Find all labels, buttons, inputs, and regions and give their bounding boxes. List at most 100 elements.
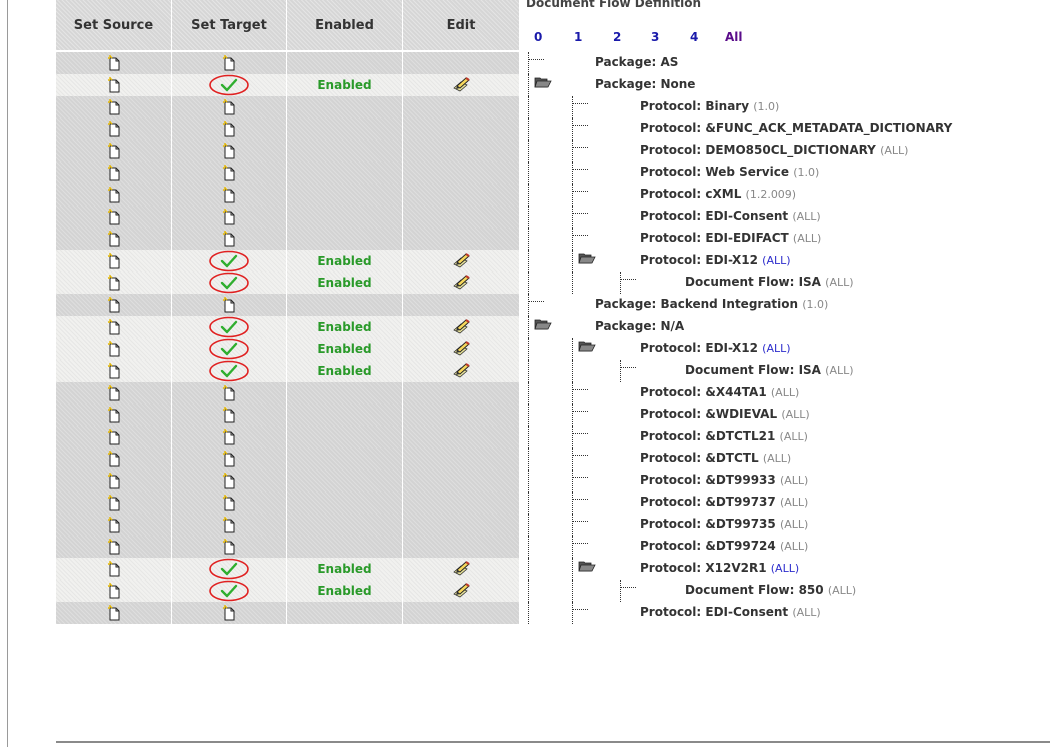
edit-pencil-icon[interactable] [451, 76, 471, 94]
new-document-icon[interactable] [107, 384, 120, 401]
flow-item-label[interactable]: Package: None [595, 77, 695, 91]
flow-item-label[interactable]: Protocol: &X44TA1 (ALL) [640, 385, 799, 399]
flow-item-label[interactable]: Protocol: Binary (1.0) [640, 99, 779, 113]
new-document-icon[interactable] [223, 55, 235, 71]
new-document-icon[interactable] [107, 296, 120, 313]
open-folder-icon[interactable] [578, 252, 596, 264]
flow-item-label[interactable]: Protocol: DEMO850CL_DICTIONARY (ALL) [640, 143, 908, 157]
flow-item-label[interactable]: Protocol: &FUNC_ACK_METADATA_DICTIONARY [640, 121, 952, 135]
level-link-3[interactable]: 3 [651, 30, 659, 44]
checkmark-circle-icon[interactable] [208, 558, 250, 580]
new-document-icon[interactable] [223, 142, 235, 159]
new-document-icon[interactable] [223, 494, 235, 511]
new-document-icon[interactable] [223, 208, 235, 225]
new-document-icon[interactable] [223, 406, 235, 423]
new-document-icon[interactable] [107, 55, 120, 71]
new-document-icon[interactable] [107, 164, 120, 181]
new-document-icon[interactable] [107, 516, 120, 533]
checkmark-circle-icon[interactable] [208, 250, 250, 272]
new-document-icon[interactable] [223, 164, 235, 181]
new-document-icon[interactable] [223, 230, 235, 247]
edit-pencil-icon[interactable] [451, 318, 471, 336]
level-link-1[interactable]: 1 [574, 30, 582, 44]
new-document-icon[interactable] [107, 252, 120, 269]
new-document-icon[interactable] [107, 142, 120, 159]
new-document-icon[interactable] [107, 560, 120, 577]
new-document-icon[interactable] [223, 186, 235, 203]
level-link-0[interactable]: 0 [534, 30, 542, 44]
edit-pencil-icon[interactable] [451, 340, 471, 358]
new-document-icon[interactable] [107, 208, 120, 225]
checkmark-circle-icon[interactable] [208, 74, 250, 96]
flow-item-version[interactable]: (ALL) [762, 342, 790, 355]
checkmark-circle-icon[interactable] [208, 338, 250, 360]
new-document-icon[interactable] [223, 450, 235, 467]
flow-item-label[interactable]: Protocol: EDI-Consent (ALL) [640, 605, 821, 619]
checkmark-circle-icon[interactable] [208, 316, 250, 338]
new-document-icon[interactable] [107, 538, 120, 555]
flow-item-label[interactable]: Package: AS [595, 55, 678, 69]
flow-item-label[interactable]: Protocol: &DT99737 (ALL) [640, 495, 808, 509]
flow-item-label[interactable]: Document Flow: 850 (ALL) [685, 583, 856, 597]
new-document-icon[interactable] [107, 274, 120, 291]
flow-item-label[interactable]: Protocol: cXML (1.2.009) [640, 187, 796, 201]
open-folder-icon[interactable] [534, 76, 552, 88]
flow-item-label[interactable]: Protocol: &DTCTL21 (ALL) [640, 429, 808, 443]
level-link-4[interactable]: 4 [690, 30, 698, 44]
flow-item-label[interactable]: Document Flow: ISA (ALL) [685, 275, 854, 289]
flow-item-label[interactable]: Protocol: &DT99735 (ALL) [640, 517, 808, 531]
new-document-icon[interactable] [107, 76, 120, 93]
new-document-icon[interactable] [107, 494, 120, 511]
flow-item-label[interactable]: Protocol: &DTCTL (ALL) [640, 451, 791, 465]
flow-item-version[interactable]: (ALL) [771, 562, 799, 575]
level-link-all[interactable]: All [725, 30, 743, 44]
new-document-icon[interactable] [107, 230, 120, 247]
flow-item-version[interactable]: (ALL) [762, 254, 790, 267]
new-document-icon[interactable] [223, 428, 235, 445]
new-document-icon[interactable] [107, 472, 120, 489]
edit-pencil-icon[interactable] [451, 560, 471, 578]
new-document-icon[interactable] [107, 582, 120, 599]
new-document-icon[interactable] [107, 98, 120, 115]
flow-item-label[interactable]: Protocol: &DT99724 (ALL) [640, 539, 808, 553]
checkmark-circle-icon[interactable] [208, 580, 250, 602]
new-document-icon[interactable] [223, 120, 235, 137]
new-document-icon[interactable] [107, 318, 120, 335]
flow-item-label[interactable]: Protocol: EDI-X12 (ALL) [640, 253, 791, 267]
new-document-icon[interactable] [107, 186, 120, 203]
new-document-icon[interactable] [223, 384, 235, 401]
new-document-icon[interactable] [223, 472, 235, 489]
flow-item-label[interactable]: Protocol: EDI-X12 (ALL) [640, 341, 791, 355]
edit-pencil-icon[interactable] [451, 252, 471, 270]
new-document-icon[interactable] [223, 538, 235, 555]
new-document-icon[interactable] [107, 120, 120, 137]
flow-item-label[interactable]: Protocol: &DT99933 (ALL) [640, 473, 808, 487]
flow-item-label[interactable]: Protocol: EDI-EDIFACT (ALL) [640, 231, 821, 245]
open-folder-icon[interactable] [534, 318, 552, 330]
new-document-icon[interactable] [107, 406, 120, 423]
checkmark-circle-icon[interactable] [208, 360, 250, 382]
new-document-icon[interactable] [107, 340, 120, 357]
flow-item-label[interactable]: Protocol: X12V2R1 (ALL) [640, 561, 799, 575]
flow-item-label[interactable]: Protocol: &WDIEVAL (ALL) [640, 407, 810, 421]
new-document-icon[interactable] [107, 604, 120, 621]
new-document-icon[interactable] [223, 516, 235, 533]
edit-pencil-icon[interactable] [451, 274, 471, 292]
new-document-icon[interactable] [107, 450, 120, 467]
new-document-icon[interactable] [107, 428, 120, 445]
open-folder-icon[interactable] [578, 340, 596, 352]
edit-pencil-icon[interactable] [451, 582, 471, 600]
new-document-icon[interactable] [223, 296, 235, 313]
flow-item-label[interactable]: Protocol: EDI-Consent (ALL) [640, 209, 821, 223]
level-link-2[interactable]: 2 [613, 30, 621, 44]
flow-item-label[interactable]: Package: N/A [595, 319, 684, 333]
open-folder-icon[interactable] [578, 560, 596, 572]
new-document-icon[interactable] [107, 362, 120, 379]
new-document-icon[interactable] [223, 98, 235, 115]
checkmark-circle-icon[interactable] [208, 272, 250, 294]
flow-item-label[interactable]: Package: Backend Integration (1.0) [595, 297, 828, 311]
edit-pencil-icon[interactable] [451, 362, 471, 380]
new-document-icon[interactable] [223, 604, 235, 621]
flow-item-label[interactable]: Document Flow: ISA (ALL) [685, 363, 854, 377]
flow-item-label[interactable]: Protocol: Web Service (1.0) [640, 165, 819, 179]
